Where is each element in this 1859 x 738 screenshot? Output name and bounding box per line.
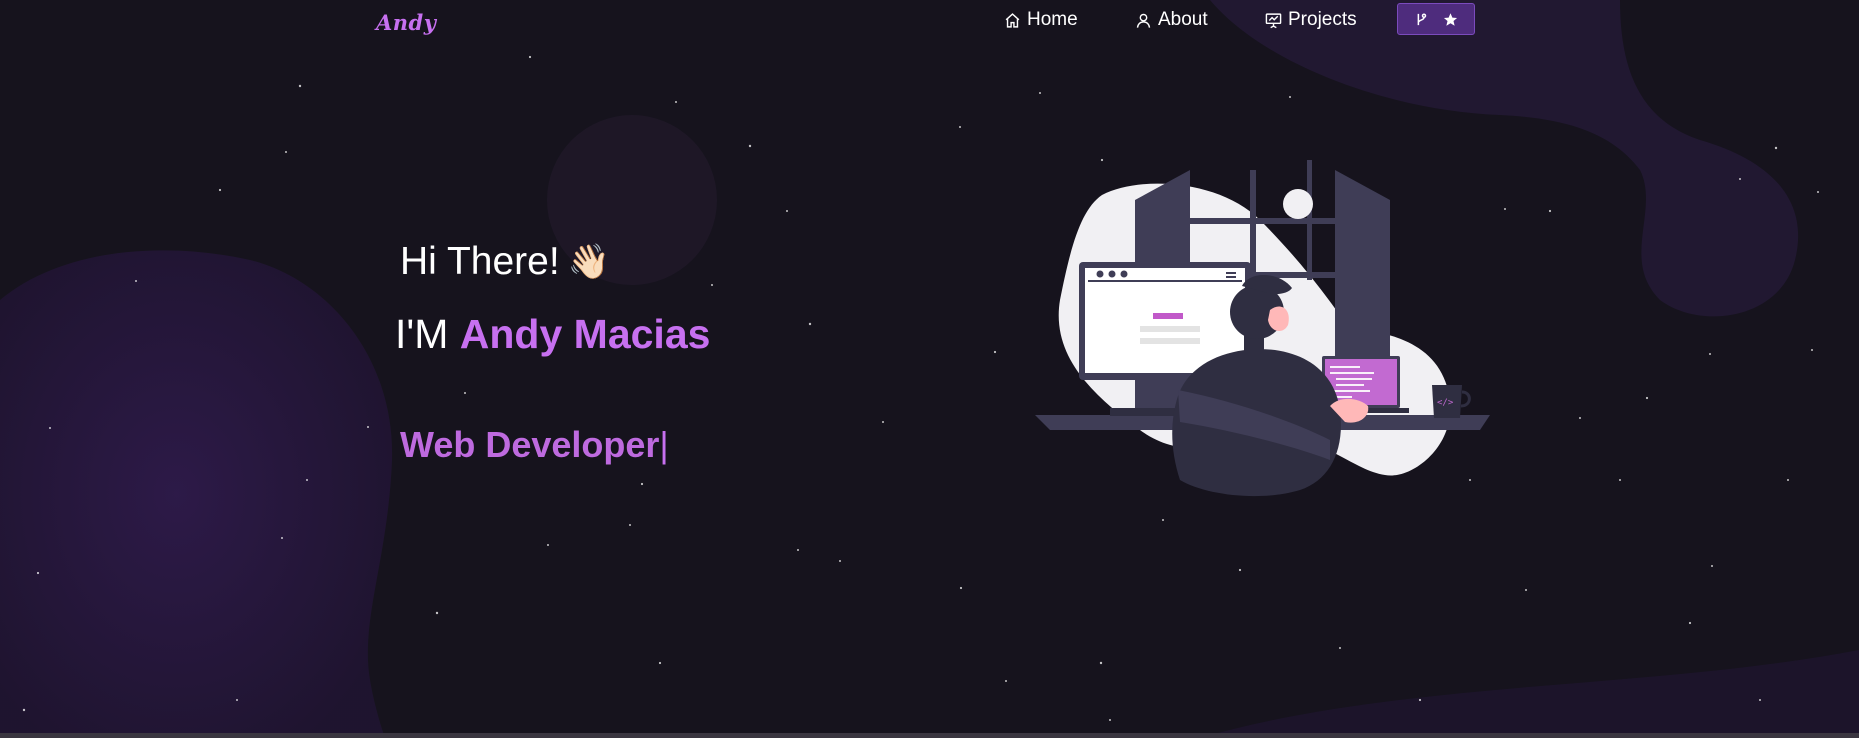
typing-cursor: | xyxy=(659,424,669,465)
navbar: Andy Home About Projects xyxy=(0,0,1859,40)
home-icon xyxy=(1005,12,1020,28)
nav-projects[interactable]: Projects xyxy=(1265,7,1357,33)
nav-about[interactable]: About xyxy=(1135,7,1208,33)
nav-home-label: Home xyxy=(1027,9,1078,30)
greeting-text: Hi There! xyxy=(400,240,560,283)
svg-text:</>: </> xyxy=(1437,398,1454,408)
hero-greeting: Hi There! 👋🏻 xyxy=(400,240,610,284)
bottom-glow xyxy=(1200,650,1859,738)
left-blob xyxy=(0,250,393,738)
presentation-icon xyxy=(1265,12,1282,28)
star-icon xyxy=(1443,12,1458,26)
nav-projects-label: Projects xyxy=(1288,9,1357,30)
hero-name: Andy Macias xyxy=(459,311,711,357)
role-text: Web Developer xyxy=(400,424,660,465)
wave-hand-icon: 👋🏻 xyxy=(567,243,611,281)
background-decoration xyxy=(0,0,1859,738)
intro-prefix: I'M xyxy=(395,311,449,357)
brand-logo[interactable]: Andy xyxy=(376,10,436,35)
bottom-divider xyxy=(0,733,1859,738)
git-fork-icon xyxy=(1417,12,1427,25)
hero-name-line: I'M Andy Macias xyxy=(395,311,710,358)
hero-role: Web Developer| xyxy=(400,424,669,466)
nav-about-label: About xyxy=(1158,9,1208,30)
nav-home[interactable]: Home xyxy=(1004,7,1078,33)
github-star-button[interactable] xyxy=(1397,3,1475,35)
user-icon xyxy=(1136,13,1151,28)
developer-illustration: </> xyxy=(1035,160,1490,497)
